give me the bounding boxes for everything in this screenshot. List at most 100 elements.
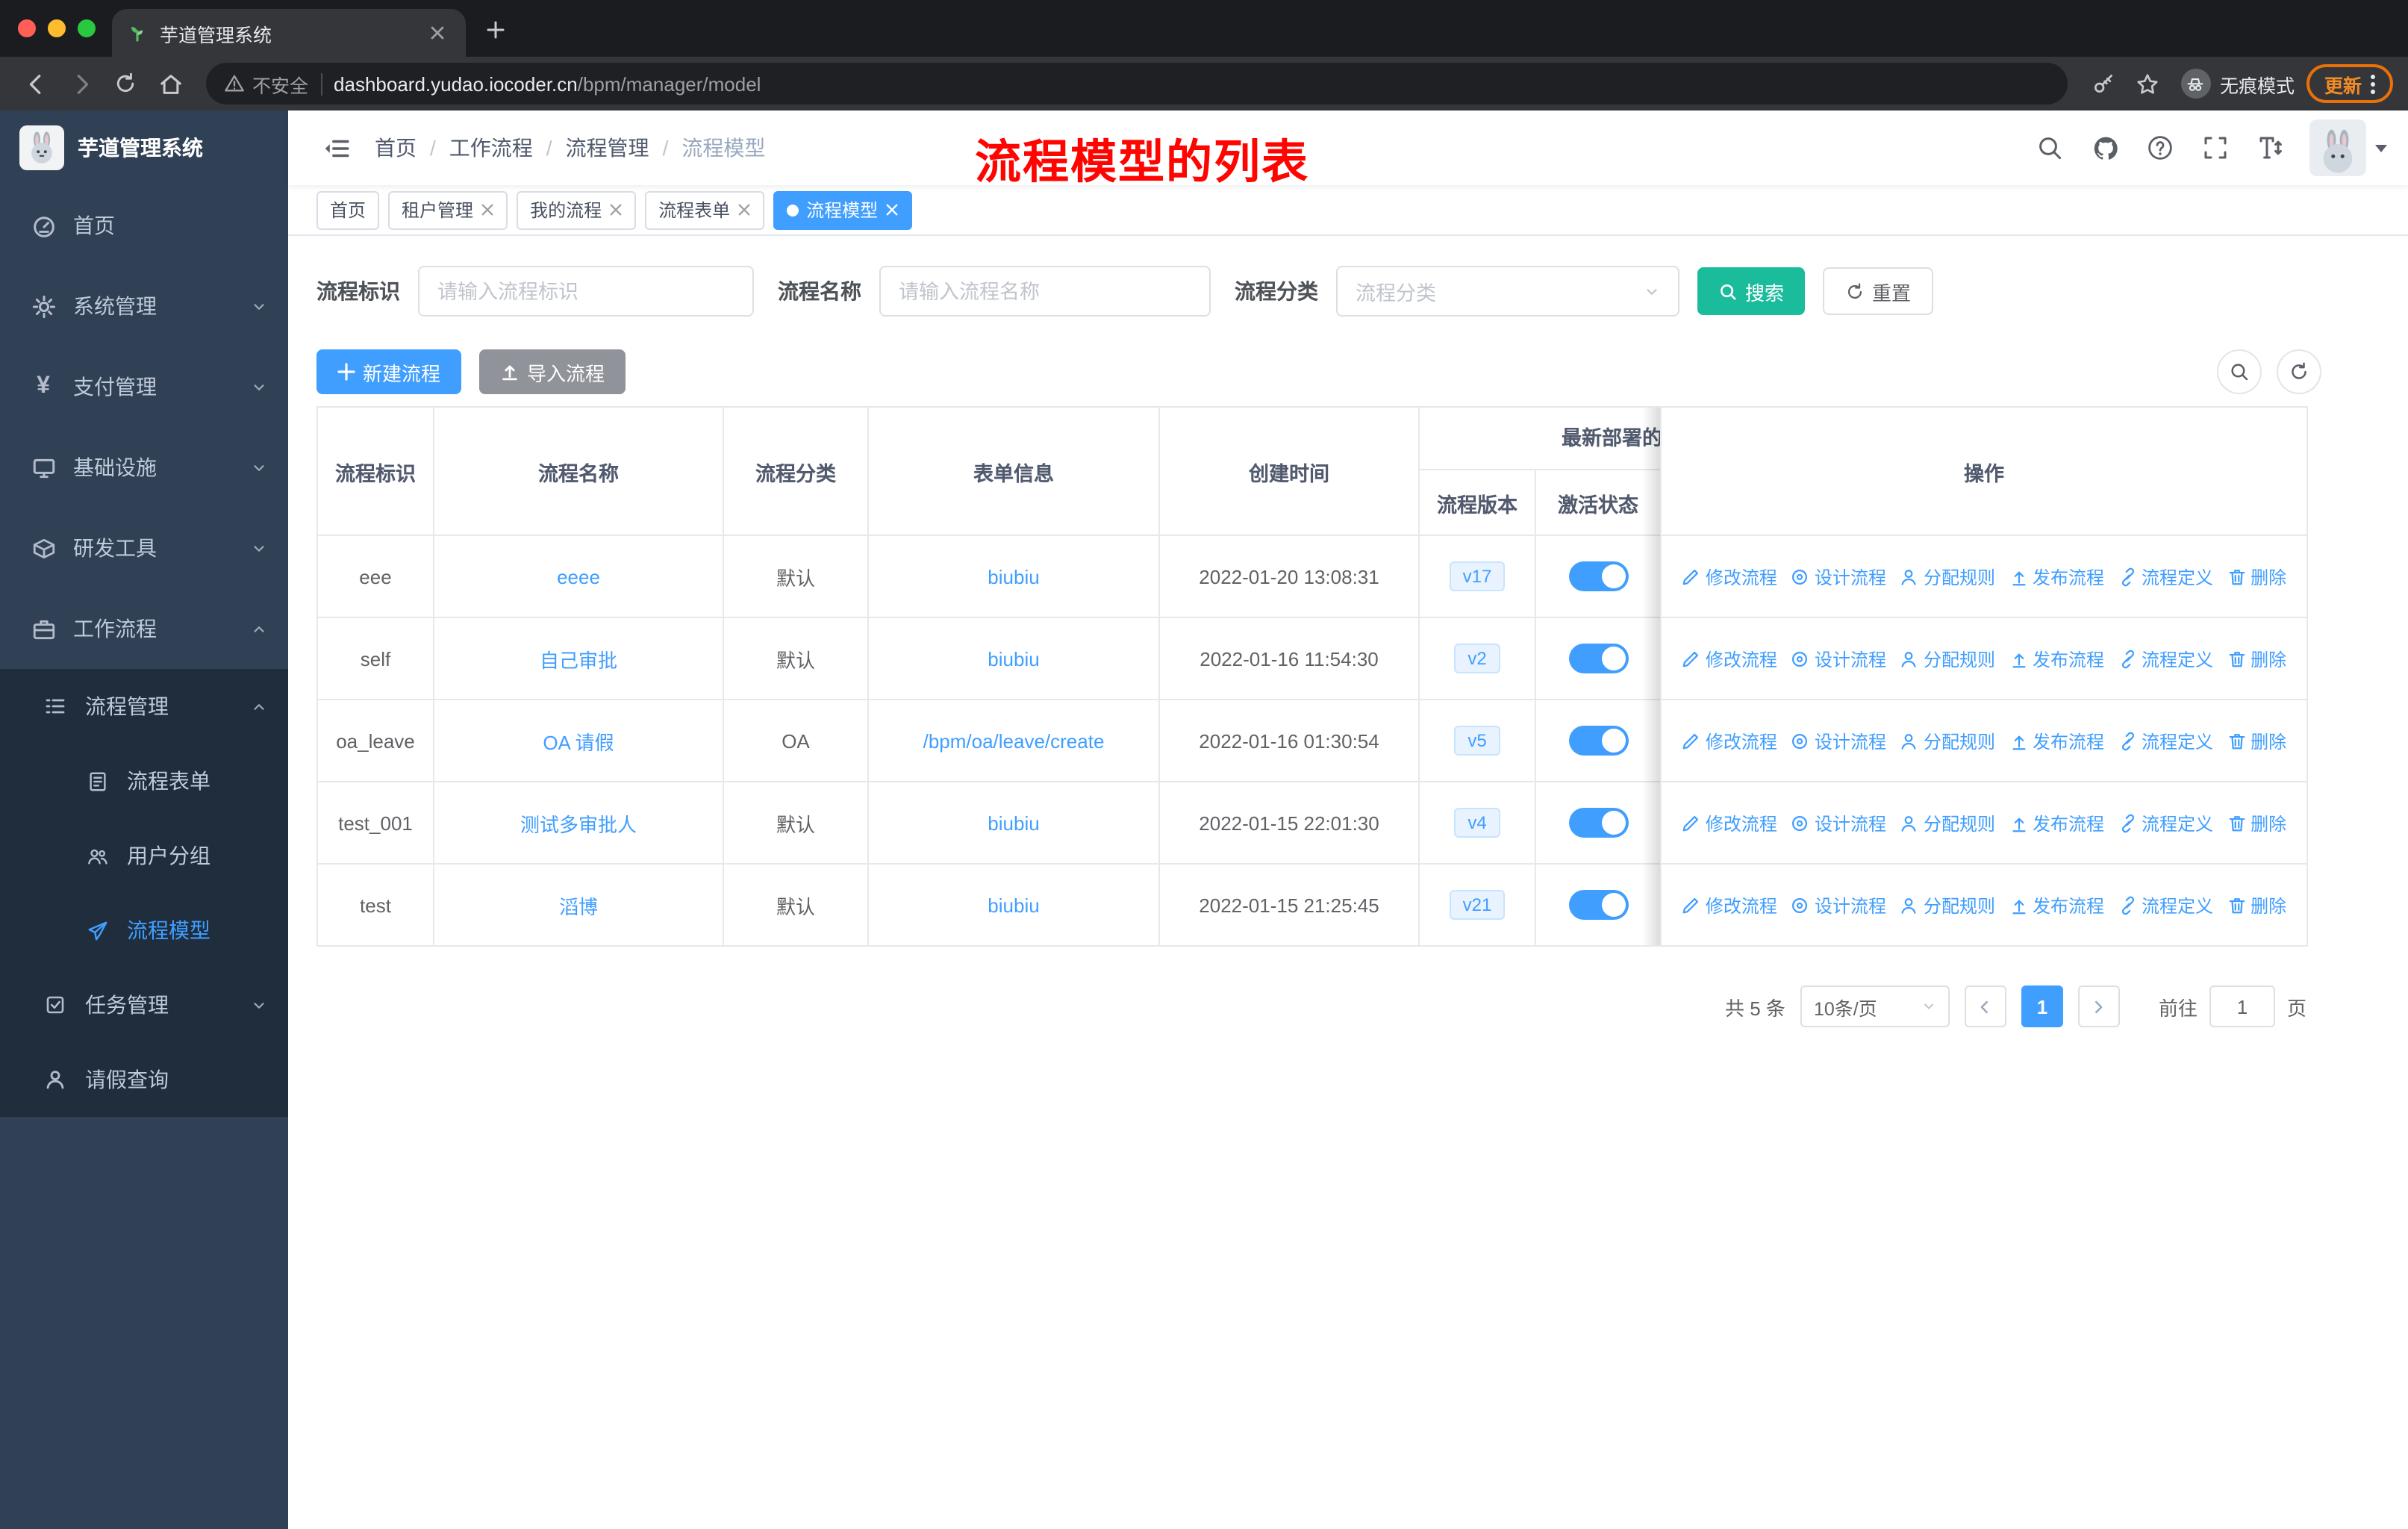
assign-rule-link[interactable]: 分配规则: [1900, 810, 1995, 835]
sidebar-item-infrastructure[interactable]: 基础设施: [0, 427, 288, 508]
process-definition-link[interactable]: 流程定义: [2118, 810, 2213, 835]
next-page-button[interactable]: [2077, 985, 2120, 1027]
tag-my-process[interactable]: 我的流程: [517, 190, 637, 229]
publish-process-link[interactable]: 发布流程: [2009, 728, 2104, 753]
sidebar-item-system[interactable]: 系统管理: [0, 266, 288, 346]
incognito-chip[interactable]: 无痕模式: [2172, 69, 2303, 99]
hamburger-fold-icon[interactable]: [309, 121, 363, 175]
goto-page-input[interactable]: [2209, 985, 2275, 1027]
modify-process-link[interactable]: 修改流程: [1682, 646, 1777, 671]
sidebar-item-payment[interactable]: ¥ 支付管理: [0, 346, 288, 427]
assign-rule-link[interactable]: 分配规则: [1900, 728, 1995, 753]
sidebar-item-home[interactable]: 首页: [0, 185, 288, 266]
process-name-link[interactable]: eeee: [557, 565, 600, 588]
modify-process-link[interactable]: 修改流程: [1682, 564, 1777, 589]
search-icon[interactable]: [2033, 131, 2066, 164]
close-window-button[interactable]: [18, 19, 36, 37]
form-info-link[interactable]: biubiu: [988, 565, 1039, 588]
active-toggle[interactable]: [1568, 726, 1628, 756]
key-icon[interactable]: [2083, 63, 2124, 105]
sidebar-item-user-group[interactable]: 用户分组: [0, 818, 288, 893]
close-icon[interactable]: [609, 203, 623, 217]
assign-rule-link[interactable]: 分配规则: [1900, 564, 1995, 589]
process-definition-link[interactable]: 流程定义: [2118, 728, 2213, 753]
publish-process-link[interactable]: 发布流程: [2009, 646, 2104, 671]
process-definition-link[interactable]: 流程定义: [2118, 892, 2213, 918]
page-size-select[interactable]: 10条/页: [1800, 985, 1950, 1027]
reset-button[interactable]: 重置: [1823, 267, 1934, 315]
page-number-1[interactable]: 1: [2021, 985, 2063, 1027]
process-name-input[interactable]: [879, 266, 1211, 317]
sidebar-item-process-management[interactable]: 流程管理: [0, 669, 288, 744]
update-chip[interactable]: 更新: [2306, 64, 2393, 103]
reload-icon[interactable]: [105, 63, 146, 105]
close-icon[interactable]: [885, 203, 899, 217]
github-icon[interactable]: [2089, 131, 2121, 164]
prev-page-button[interactable]: [1964, 985, 2006, 1027]
design-process-link[interactable]: 设计流程: [1791, 892, 1886, 918]
form-info-link[interactable]: biubiu: [988, 894, 1039, 916]
create-process-button[interactable]: 新建流程: [316, 349, 462, 394]
user-menu[interactable]: [2309, 119, 2387, 176]
sidebar-item-process-model[interactable]: 流程模型: [0, 893, 288, 968]
assign-rule-link[interactable]: 分配规则: [1900, 646, 1995, 671]
active-toggle[interactable]: [1568, 561, 1628, 591]
active-toggle[interactable]: [1568, 808, 1628, 838]
new-tab-button[interactable]: [481, 15, 511, 45]
tab-close-icon[interactable]: [424, 19, 451, 46]
design-process-link[interactable]: 设计流程: [1791, 564, 1886, 589]
zoom-window-button[interactable]: [78, 19, 96, 37]
publish-process-link[interactable]: 发布流程: [2009, 810, 2104, 835]
breadcrumb-item[interactable]: 首页: [375, 133, 417, 163]
tag-process-form[interactable]: 流程表单: [645, 190, 765, 229]
publish-process-link[interactable]: 发布流程: [2009, 564, 2104, 589]
process-category-select[interactable]: 流程分类: [1336, 266, 1679, 317]
publish-process-link[interactable]: 发布流程: [2009, 892, 2104, 918]
process-name-link[interactable]: OA 请假: [543, 731, 614, 753]
close-icon[interactable]: [737, 203, 751, 217]
delete-process-link[interactable]: 删除: [2227, 646, 2286, 671]
design-process-link[interactable]: 设计流程: [1791, 810, 1886, 835]
delete-process-link[interactable]: 删除: [2227, 892, 2286, 918]
tag-process-model[interactable]: 流程模型: [773, 190, 913, 229]
assign-rule-link[interactable]: 分配规则: [1900, 892, 1995, 918]
process-definition-link[interactable]: 流程定义: [2118, 564, 2213, 589]
tag-home[interactable]: 首页: [316, 190, 380, 229]
font-size-icon[interactable]: [2254, 131, 2287, 164]
design-process-link[interactable]: 设计流程: [1791, 728, 1886, 753]
sidebar-item-process-form[interactable]: 流程表单: [0, 744, 288, 818]
delete-process-link[interactable]: 删除: [2227, 728, 2286, 753]
sidebar-item-leave-query[interactable]: 请假查询: [0, 1042, 288, 1117]
design-process-link[interactable]: 设计流程: [1791, 646, 1886, 671]
breadcrumb-item[interactable]: 流程管理: [566, 133, 649, 163]
process-id-input[interactable]: [418, 266, 754, 317]
sidebar-item-task-management[interactable]: 任务管理: [0, 968, 288, 1042]
process-name-link[interactable]: 滔博: [559, 895, 598, 918]
modify-process-link[interactable]: 修改流程: [1682, 892, 1777, 918]
tag-tenant[interactable]: 租户管理: [388, 190, 508, 229]
delete-process-link[interactable]: 删除: [2227, 564, 2286, 589]
process-definition-link[interactable]: 流程定义: [2118, 646, 2213, 671]
modify-process-link[interactable]: 修改流程: [1682, 728, 1777, 753]
bookmark-star-icon[interactable]: [2127, 63, 2169, 105]
form-info-link[interactable]: biubiu: [988, 812, 1039, 834]
form-info-link[interactable]: biubiu: [988, 647, 1039, 670]
import-process-button[interactable]: 导入流程: [479, 349, 626, 394]
minimize-window-button[interactable]: [48, 19, 66, 37]
sidebar-item-devtools[interactable]: 研发工具: [0, 508, 288, 588]
fullscreen-icon[interactable]: [2199, 131, 2232, 164]
modify-process-link[interactable]: 修改流程: [1682, 810, 1777, 835]
show-search-button[interactable]: [2217, 349, 2262, 394]
sidebar-item-workflow[interactable]: 工作流程: [0, 588, 288, 669]
process-name-link[interactable]: 测试多审批人: [520, 813, 637, 835]
browser-tab[interactable]: 芋道管理系统: [112, 9, 466, 57]
close-icon[interactable]: [481, 203, 494, 217]
home-icon[interactable]: [149, 63, 191, 105]
process-name-link[interactable]: 自己审批: [540, 649, 617, 671]
address-bar[interactable]: 不安全 dashboard.yudao.iocoder.cn/bpm/manag…: [206, 63, 2068, 105]
security-warning[interactable]: 不安全: [224, 69, 308, 98]
form-info-link[interactable]: /bpm/oa/leave/create: [923, 729, 1105, 752]
delete-process-link[interactable]: 删除: [2227, 810, 2286, 835]
sidebar-logo[interactable]: 芋道管理系统: [0, 110, 288, 185]
back-icon[interactable]: [15, 63, 57, 105]
